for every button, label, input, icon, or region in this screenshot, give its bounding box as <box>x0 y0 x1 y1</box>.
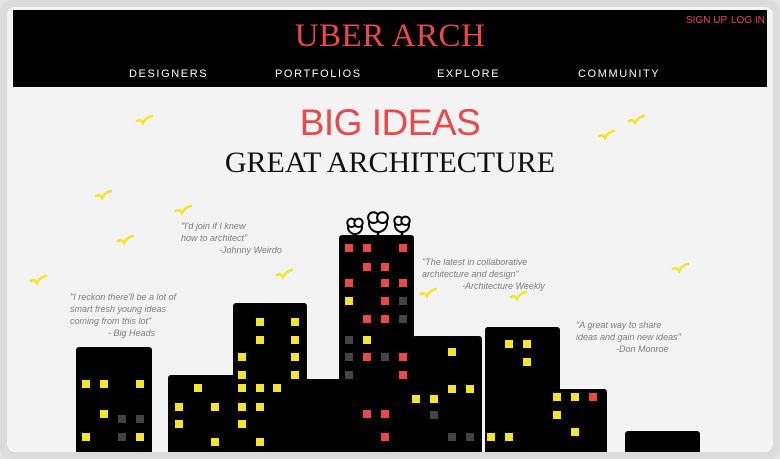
window <box>412 395 420 403</box>
window <box>238 384 246 392</box>
bird-icon <box>174 204 193 216</box>
window <box>82 380 90 388</box>
window <box>399 371 407 379</box>
window <box>505 433 513 441</box>
bird-icon <box>275 268 294 280</box>
window <box>430 395 438 403</box>
window <box>430 411 438 419</box>
bird-icon <box>671 262 690 274</box>
window <box>256 318 264 326</box>
window <box>399 279 407 287</box>
window <box>291 336 299 344</box>
window <box>466 385 474 393</box>
bird-icon <box>509 290 528 302</box>
window <box>136 415 144 423</box>
window <box>553 411 561 419</box>
window <box>256 438 264 446</box>
window <box>553 393 561 401</box>
window <box>238 403 246 411</box>
window <box>345 244 353 252</box>
window <box>136 380 144 388</box>
window <box>381 279 389 287</box>
window <box>448 348 456 356</box>
window <box>381 410 389 418</box>
window <box>448 385 456 393</box>
window <box>571 428 579 436</box>
window <box>238 371 246 379</box>
bird-icon <box>116 234 135 246</box>
window <box>136 433 144 441</box>
window <box>291 371 299 379</box>
window <box>238 420 246 428</box>
window <box>345 336 353 344</box>
window <box>399 315 407 323</box>
window <box>399 297 407 305</box>
window <box>82 433 90 441</box>
window <box>345 371 353 379</box>
window <box>273 384 281 392</box>
window <box>175 403 183 411</box>
window <box>100 380 108 388</box>
page: UBER ARCH SIGN UP LOG IN DESIGNERS PORTF… <box>7 7 773 452</box>
window <box>363 244 371 252</box>
bird-icon <box>627 114 646 126</box>
window <box>363 353 371 361</box>
window <box>256 384 264 392</box>
window <box>345 353 353 361</box>
window <box>381 433 389 441</box>
window <box>291 353 299 361</box>
bird-icon <box>29 274 48 286</box>
window <box>256 403 264 411</box>
window <box>487 433 495 441</box>
window <box>589 393 597 401</box>
window <box>211 403 219 411</box>
window <box>363 315 371 323</box>
window <box>363 336 371 344</box>
window <box>118 433 126 441</box>
window <box>448 433 456 441</box>
window <box>211 438 219 446</box>
window <box>345 279 353 287</box>
window <box>363 263 371 271</box>
window <box>381 315 389 323</box>
window <box>399 353 407 361</box>
bird-icon <box>135 114 154 126</box>
window <box>100 410 108 418</box>
window <box>523 340 531 348</box>
window <box>571 393 579 401</box>
window <box>381 297 389 305</box>
window <box>381 263 389 271</box>
window <box>466 433 474 441</box>
window <box>291 318 299 326</box>
window <box>118 415 126 423</box>
window <box>256 336 264 344</box>
window <box>523 358 531 366</box>
building <box>625 431 700 452</box>
bird-icon <box>94 189 113 201</box>
window <box>194 384 202 392</box>
window <box>345 297 353 305</box>
bird-icon <box>419 287 438 299</box>
window <box>175 420 183 428</box>
window <box>238 353 246 361</box>
window <box>363 410 371 418</box>
window <box>381 353 389 361</box>
window <box>399 244 407 252</box>
city-skyline-illustration <box>29 114 700 452</box>
window <box>505 340 513 348</box>
bird-icon <box>597 129 616 141</box>
